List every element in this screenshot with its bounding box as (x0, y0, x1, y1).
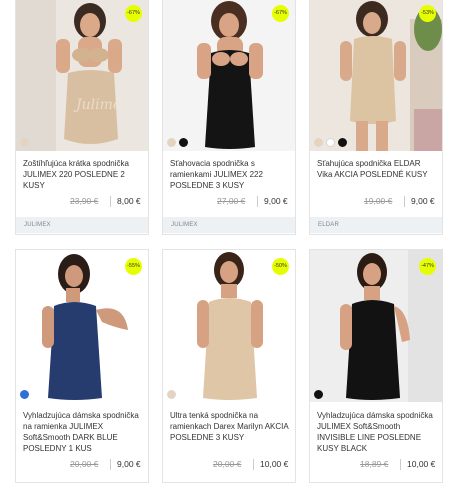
color-swatches (314, 390, 323, 399)
color-swatch[interactable] (20, 390, 29, 399)
price-row: 27,00 € 9,00 € (163, 196, 295, 208)
discount-badge: -53% (419, 5, 436, 22)
discount-badge: -55% (125, 258, 142, 275)
product-title[interactable]: Sťahujúca spodnička ELDAR Vika AKCIA POS… (317, 158, 436, 180)
current-price: 10,00 € (407, 459, 436, 469)
price-row: 23,90 € 8,00 € (16, 196, 148, 208)
brand-label[interactable]: ELDAR (310, 217, 442, 233)
color-swatch[interactable] (314, 138, 323, 147)
product-title[interactable]: Vyhladzujúca dámska spodnička JULIMEX So… (317, 410, 436, 454)
product-card[interactable]: Julimex -67% Zoštíhľujúca krátka spodnič… (15, 0, 149, 235)
price-row: 19,00 € 9,00 € (310, 196, 442, 208)
color-swatch[interactable] (314, 390, 323, 399)
current-price: 8,00 € (117, 196, 141, 206)
color-swatches (314, 138, 347, 147)
product-title[interactable]: Vyhladzujúca dámska spodnička na ramienk… (23, 410, 142, 454)
brand-label[interactable]: JULIMEX (163, 217, 295, 233)
color-swatch[interactable] (179, 138, 188, 147)
color-swatch[interactable] (338, 138, 347, 147)
price-divider (400, 459, 401, 470)
old-price: 19,00 € (364, 196, 393, 206)
product-image[interactable]: -53% (310, 0, 442, 151)
product-title[interactable]: Ultra tenká spodnička na ramienkach Dare… (170, 410, 289, 443)
current-price: 9,00 € (117, 459, 141, 469)
price-divider (110, 459, 111, 470)
current-price: 10,00 € (260, 459, 289, 469)
product-card[interactable]: -47% Vyhladzujúca dámska spodnička JULIM… (309, 249, 443, 483)
price-row: 18,89 € 10,00 € (310, 459, 442, 471)
color-swatches (20, 138, 29, 147)
color-swatches (20, 390, 29, 399)
product-image[interactable]: -55% (16, 250, 148, 402)
product-title[interactable]: Zoštíhľujúca krátka spodnička JULIMEX 22… (23, 158, 142, 191)
color-swatch[interactable] (326, 138, 335, 147)
brand-label[interactable]: JULIMEX (16, 217, 148, 233)
discount-badge: -67% (272, 5, 289, 22)
discount-badge: -50% (272, 258, 289, 275)
color-swatches (167, 390, 176, 399)
product-image[interactable]: Julimex -67% (16, 0, 148, 151)
price-row: 20,00 € 10,00 € (163, 459, 295, 471)
product-card[interactable]: -55% Vyhladzujúca dámska spodnička na ra… (15, 249, 149, 483)
product-title[interactable]: Sťahovacia spodnička s ramienkami JULIME… (170, 158, 289, 191)
product-card[interactable]: -67% Sťahovacia spodnička s ramienkami J… (162, 0, 296, 235)
discount-badge: -47% (419, 258, 436, 275)
price-divider (253, 459, 254, 470)
product-image[interactable]: -47% (310, 250, 442, 402)
product-image[interactable]: -67% (163, 0, 295, 151)
color-swatches (167, 138, 188, 147)
product-card[interactable]: -53% Sťahujúca spodnička ELDAR Vika AKCI… (309, 0, 443, 235)
price-row: 20,00 € 9,00 € (16, 459, 148, 471)
old-price: 23,90 € (70, 196, 99, 206)
price-divider (257, 196, 258, 207)
discount-badge: -67% (125, 5, 142, 22)
svg-text:Julimex: Julimex (73, 97, 129, 113)
color-swatch[interactable] (167, 138, 176, 147)
old-price: 20,00 € (213, 459, 242, 469)
product-card[interactable]: -50% Ultra tenká spodnička na ramienkach… (162, 249, 296, 483)
color-swatch[interactable] (167, 390, 176, 399)
price-divider (110, 196, 111, 207)
product-image[interactable]: -50% (163, 250, 295, 402)
old-price: 18,89 € (360, 459, 389, 469)
current-price: 9,00 € (411, 196, 435, 206)
old-price: 20,00 € (70, 459, 99, 469)
old-price: 27,00 € (217, 196, 246, 206)
price-divider (404, 196, 405, 207)
current-price: 9,00 € (264, 196, 288, 206)
color-swatch[interactable] (20, 138, 29, 147)
